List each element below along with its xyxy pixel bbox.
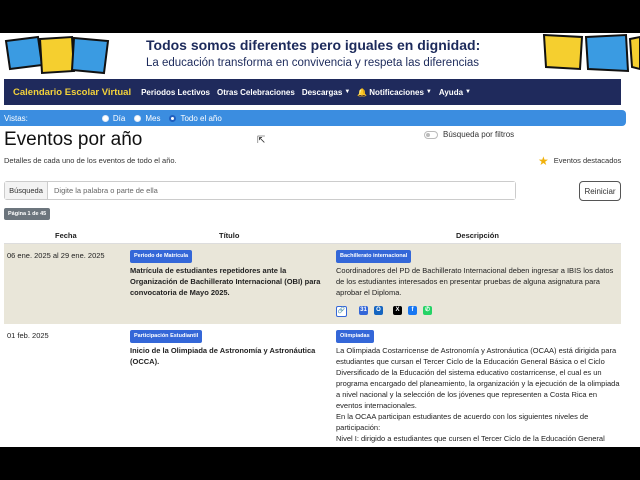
nav-otras-celebraciones[interactable]: Otras Celebraciones	[217, 88, 295, 97]
event-title-cell: Participación Estudiantil Inicio de la O…	[130, 329, 328, 367]
banner-title: Todos somos diferentes pero iguales en d…	[146, 37, 481, 53]
radio-label: Todo el año	[180, 113, 222, 123]
event-description: Coordinadores del PD de Bachillerato Int…	[336, 266, 614, 297]
caret-down-icon: ▼	[425, 89, 432, 95]
radio-label: Día	[112, 113, 126, 123]
event-title: Inicio de la Olimpiada de Astronomía y A…	[130, 346, 316, 366]
event-description-participation: En la OCAA participan estudiantes de acu…	[336, 412, 589, 432]
nav-ayuda-dropdown[interactable]: Ayuda ▼	[439, 88, 471, 97]
page-title: Eventos por año	[4, 129, 143, 150]
column-header-fecha: Fecha	[55, 231, 77, 240]
featured-label: Eventos destacados	[553, 156, 622, 165]
category-badge: Participación Estudiantil	[130, 330, 203, 343]
link-icon[interactable]: 🔗	[336, 306, 347, 317]
event-title-cell: Periodo de Matrícula Matrícula de estudi…	[130, 249, 328, 298]
nav-item-label: Ayuda	[438, 87, 464, 97]
facebook-icon[interactable]: f	[408, 306, 417, 315]
event-description-level: Nivel I: dirigido a estudiantes que curs…	[336, 434, 605, 443]
radio-icon[interactable]	[134, 114, 142, 122]
navbar-brand[interactable]: Calendario Escolar Virtual	[13, 87, 131, 98]
views-label: Vistas:	[4, 113, 28, 123]
description-badge: Olimpiadas	[336, 330, 374, 343]
page-description: Detalles de cada uno de los eventos de t…	[4, 156, 177, 165]
main-navbar: Calendario Escolar Virtual Periodos Lect…	[4, 79, 621, 105]
nav-item-label: Descargas	[301, 87, 343, 97]
event-date: 01 feb. 2025	[7, 331, 49, 340]
nav-notificaciones-dropdown[interactable]: 🔔 Notificaciones ▼	[357, 88, 432, 97]
outlook-icon[interactable]: O	[374, 306, 383, 315]
filter-search-toggle[interactable]: Búsqueda por filtros	[424, 130, 514, 139]
table-row: 01 feb. 2025 Participación Estudiantil I…	[4, 324, 621, 447]
banner-subtitle: La educación transforma en convivencia y…	[146, 57, 480, 69]
filter-toggle-label: Búsqueda por filtros	[443, 130, 515, 139]
event-description: La Olimpiada Costarricense de Astronomía…	[336, 346, 620, 410]
nav-item-label: Otras Celebraciones	[217, 87, 295, 97]
event-description-cell: Olimpiadas La Olimpiada Costarricense de…	[336, 329, 622, 444]
toggle-switch-icon[interactable]	[424, 130, 438, 139]
radio-label: Mes	[145, 113, 161, 123]
table-row: 06 ene. 2025 al 29 ene. 2025 Periodo de …	[4, 244, 621, 324]
nav-descargas-dropdown[interactable]: Descargas ▼	[302, 88, 350, 97]
search-input[interactable]	[48, 182, 515, 199]
google-calendar-icon[interactable]: 31	[359, 306, 368, 315]
column-header-titulo: Título	[219, 231, 240, 240]
caret-down-icon: ▼	[465, 89, 471, 95]
nav-item-label: Notificaciones	[369, 87, 424, 97]
bell-icon: 🔔	[357, 87, 368, 97]
star-icon: ★	[538, 153, 549, 168]
page-viewport: Todos somos diferentes pero iguales en d…	[0, 33, 640, 447]
banner-right-decoration	[542, 33, 640, 73]
view-selector-bar: Vistas: Día Mes Todo el año	[0, 110, 626, 126]
view-radio-mes[interactable]: Mes	[134, 114, 160, 123]
radio-selected-icon[interactable]	[169, 114, 177, 122]
caret-down-icon: ▼	[344, 89, 351, 95]
view-radio-dia[interactable]: Día	[101, 113, 126, 123]
category-badge: Periodo de Matrícula	[130, 250, 193, 263]
search-group: Búsqueda	[4, 181, 516, 200]
event-description-cell: Bachillerato internacional Coordinadores…	[336, 249, 622, 317]
whatsapp-icon[interactable]: ✆	[423, 306, 432, 315]
event-date: 06 ene. 2025 al 29 ene. 2025	[7, 251, 105, 260]
x-twitter-icon[interactable]: X	[393, 306, 402, 315]
featured-events-legend: ★ Eventos destacados	[538, 153, 622, 168]
pagination-badge: Página 1 de 45	[4, 208, 51, 220]
nav-item-label: Periodos Lectivos	[141, 87, 211, 97]
nav-periodos-lectivos[interactable]: Periodos Lectivos	[141, 88, 210, 97]
reset-button[interactable]: Reiniciar	[579, 181, 621, 201]
share-links: 🔗 31 O X f ✆	[336, 306, 622, 317]
column-header-descripcion: Descripción	[456, 231, 499, 240]
letterbox-top	[0, 0, 640, 33]
description-badge: Bachillerato internacional	[336, 250, 412, 263]
event-title: Matrícula de estudiantes repetidores ant…	[130, 266, 321, 297]
banner-left-decoration	[4, 35, 110, 75]
letterbox-bottom	[0, 447, 640, 480]
mouse-cursor-icon: ⇱	[257, 135, 266, 146]
header-banner: Todos somos diferentes pero iguales en d…	[0, 33, 640, 77]
search-label: Búsqueda	[5, 182, 48, 199]
view-radio-todo-el-ano[interactable]: Todo el año	[169, 113, 222, 123]
events-table-header: Fecha Título Descripción	[4, 228, 621, 244]
radio-icon[interactable]	[101, 114, 109, 122]
